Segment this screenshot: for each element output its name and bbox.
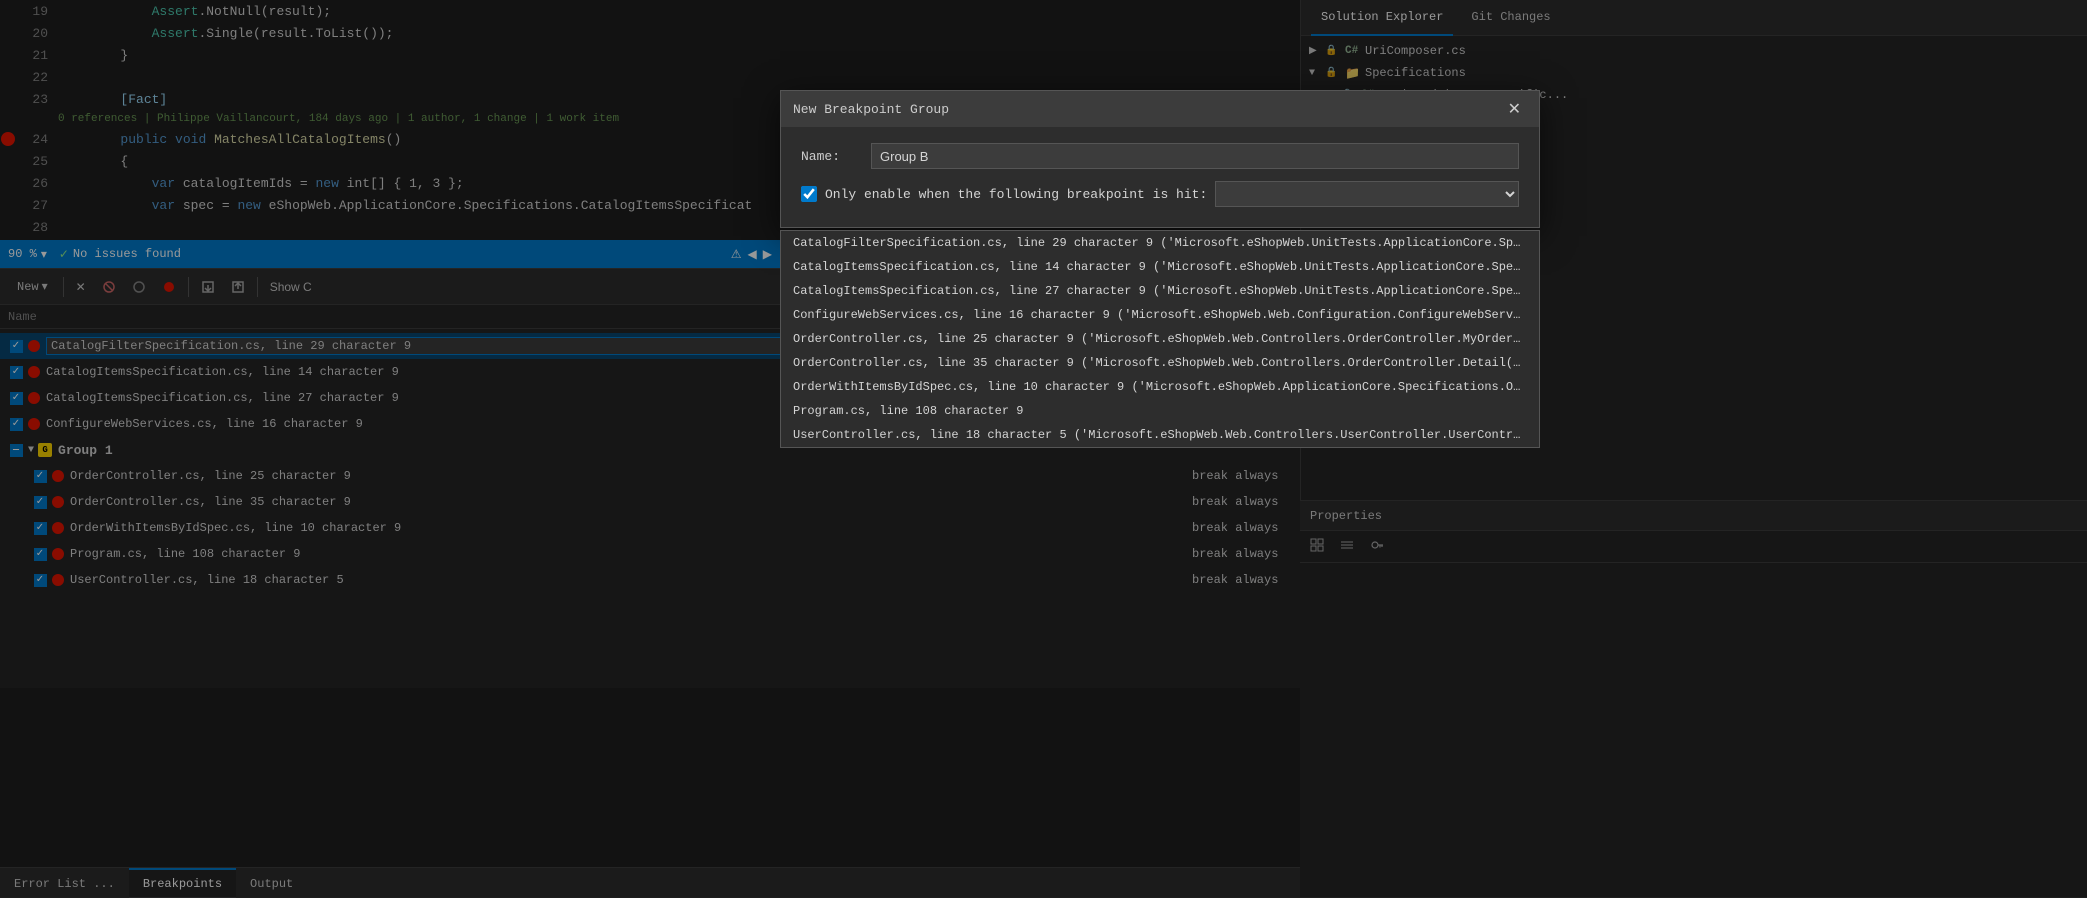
dropdown-item-3[interactable]: CatalogItemsSpecification.cs, line 27 ch…: [781, 279, 1539, 303]
dropdown-item-5[interactable]: OrderController.cs, line 25 character 9 …: [781, 327, 1539, 351]
dropdown-item-9[interactable]: UserController.cs, line 18 character 5 (…: [781, 423, 1539, 447]
modal-breakpoint-dropdown[interactable]: [1215, 181, 1519, 207]
dropdown-item-2[interactable]: CatalogItemsSpecification.cs, line 14 ch…: [781, 255, 1539, 279]
modal-name-row: Name:: [801, 143, 1519, 169]
modal-title: New Breakpoint Group: [793, 102, 949, 117]
modal-body: Name: Only enable when the following bre…: [781, 127, 1539, 227]
dropdown-item-8[interactable]: Program.cs, line 108 character 9: [781, 399, 1539, 423]
modal-close-button[interactable]: ✕: [1502, 97, 1527, 121]
modal-name-label: Name:: [801, 149, 861, 164]
modal-checkbox-label: Only enable when the following breakpoin…: [825, 187, 1207, 202]
dropdown-item-7[interactable]: OrderWithItemsByIdSpec.cs, line 10 chara…: [781, 375, 1539, 399]
new-breakpoint-group-modal: New Breakpoint Group ✕ Name: Only enable…: [780, 90, 1540, 228]
modal-name-input[interactable]: [871, 143, 1519, 169]
modal-titlebar: New Breakpoint Group ✕: [781, 91, 1539, 127]
modal-enable-checkbox[interactable]: [801, 186, 817, 202]
dropdown-item-4[interactable]: ConfigureWebServices.cs, line 16 charact…: [781, 303, 1539, 327]
dropdown-item-1[interactable]: CatalogFilterSpecification.cs, line 29 c…: [781, 231, 1539, 255]
breakpoint-dropdown-list[interactable]: CatalogFilterSpecification.cs, line 29 c…: [780, 230, 1540, 448]
modal-checkbox-row: Only enable when the following breakpoin…: [801, 181, 1519, 207]
dropdown-item-6[interactable]: OrderController.cs, line 35 character 9 …: [781, 351, 1539, 375]
